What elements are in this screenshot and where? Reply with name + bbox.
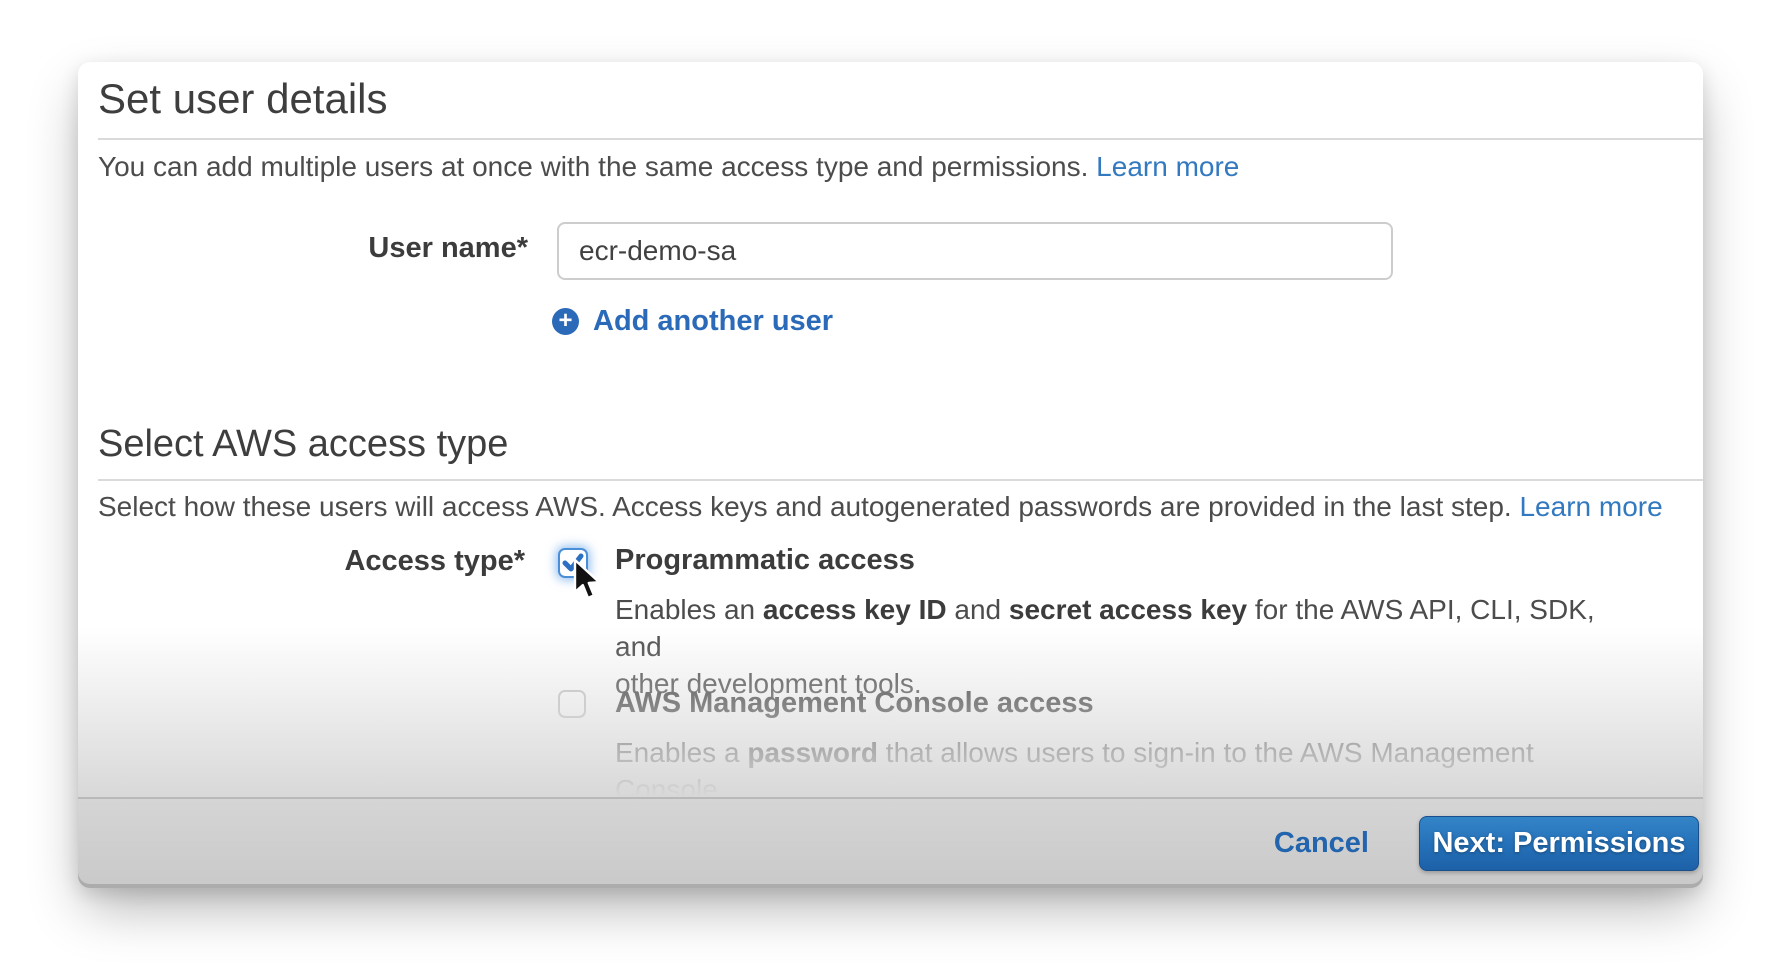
add-another-user-button[interactable]: + Add another user bbox=[552, 305, 833, 338]
user-details-description: You can add multiple users at once with … bbox=[98, 148, 1239, 186]
access-type-description: Select how these users will access AWS. … bbox=[98, 488, 1663, 526]
username-label: User name* bbox=[78, 232, 528, 265]
console-access-checkbox[interactable] bbox=[558, 690, 586, 718]
wizard-footer: Cancel Next: Permissions bbox=[78, 797, 1703, 888]
programmatic-access-title: Programmatic access bbox=[615, 545, 1625, 577]
plus-icon: + bbox=[552, 308, 579, 335]
programmatic-access-option: Programmatic access Enables an access ke… bbox=[615, 545, 1625, 702]
console-access-option: AWS Management Console access Enables a … bbox=[615, 688, 1625, 808]
cancel-button[interactable]: Cancel bbox=[1274, 827, 1369, 860]
programmatic-access-description: Enables an access key ID and secret acce… bbox=[615, 591, 1625, 702]
access-type-label: Access type* bbox=[78, 545, 525, 578]
access-type-divider bbox=[98, 479, 1703, 481]
title-divider bbox=[98, 138, 1703, 140]
section-title-access-type: Select AWS access type bbox=[98, 422, 508, 468]
learn-more-link-users[interactable]: Learn more bbox=[1096, 151, 1239, 182]
page-title: Set user details bbox=[98, 74, 388, 124]
checkmark-icon bbox=[562, 552, 584, 574]
next-permissions-button[interactable]: Next: Permissions bbox=[1419, 816, 1699, 871]
console-access-title: AWS Management Console access bbox=[615, 688, 1625, 720]
add-another-user-label: Add another user bbox=[593, 305, 833, 338]
learn-more-link-access[interactable]: Learn more bbox=[1519, 491, 1662, 522]
set-user-details-panel: Set user details You can add multiple us… bbox=[78, 62, 1703, 888]
user-details-description-text: You can add multiple users at once with … bbox=[98, 151, 1096, 182]
access-type-description-text: Select how these users will access AWS. … bbox=[98, 491, 1519, 522]
programmatic-access-checkbox[interactable] bbox=[558, 548, 588, 578]
username-input[interactable] bbox=[557, 222, 1393, 280]
